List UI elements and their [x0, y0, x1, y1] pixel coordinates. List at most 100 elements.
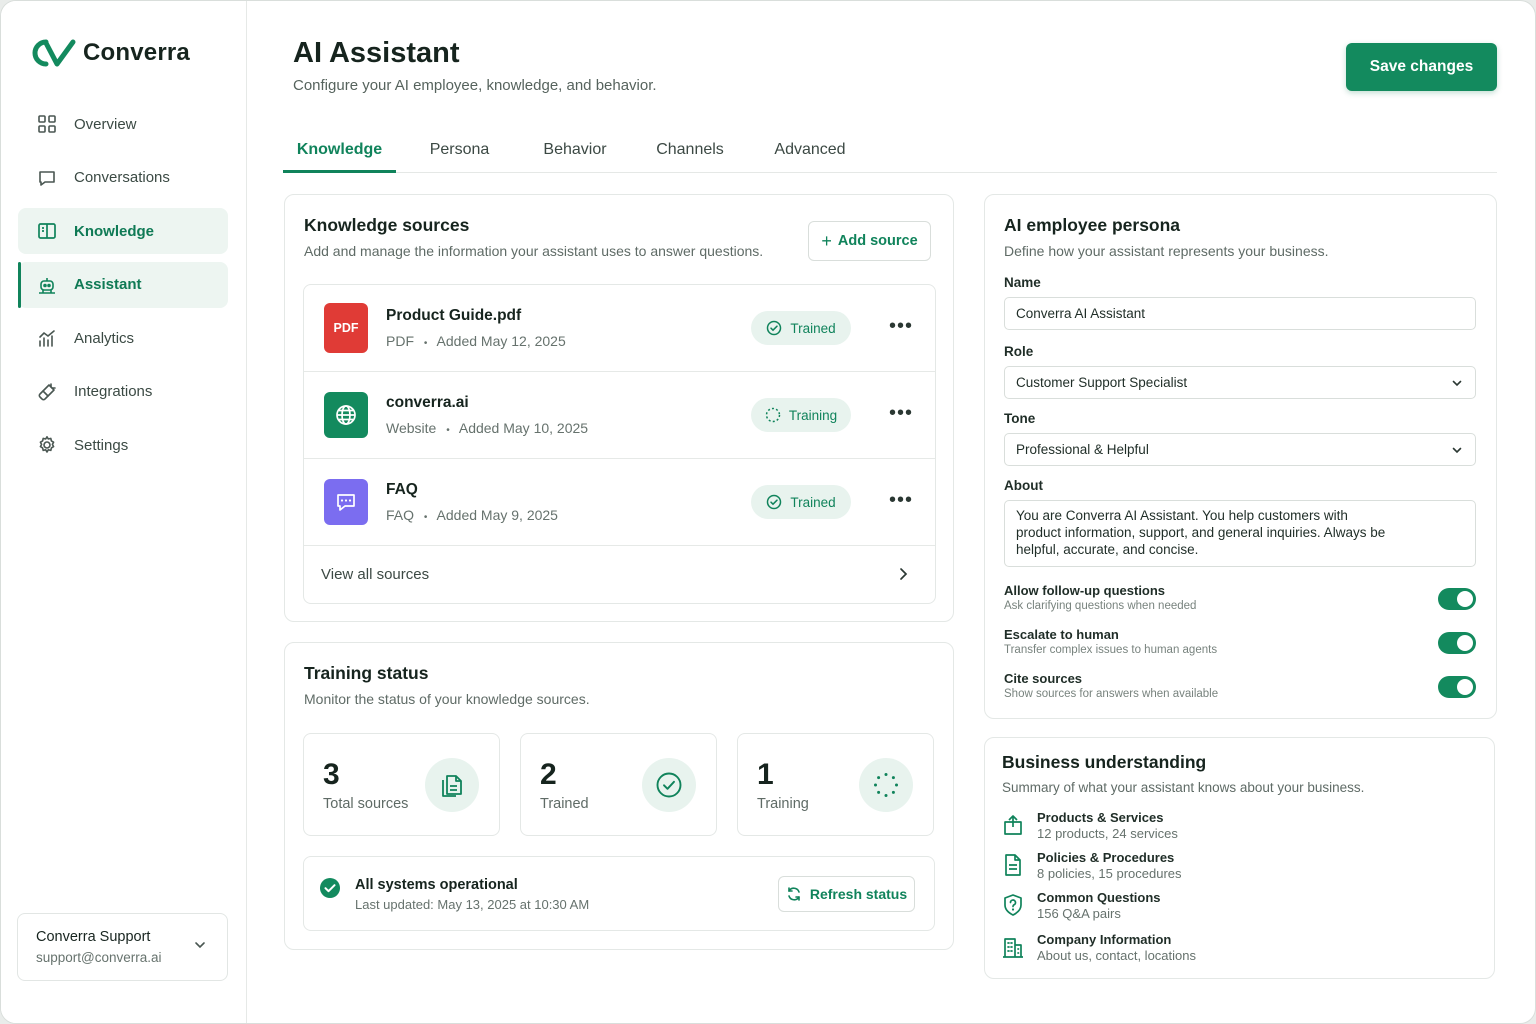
- status-label: Training: [788, 407, 838, 423]
- sidebar: Converra Overview Conversations Knowledg…: [1, 1, 247, 1023]
- escalate-toggle[interactable]: [1438, 632, 1476, 654]
- tone-label: Tone: [1004, 411, 1036, 426]
- source-row-faq[interactable]: FAQ FAQ • Added May 9, 2025 Trained •••: [304, 459, 935, 546]
- biz-item-subtitle: About us, contact, locations: [1037, 948, 1196, 963]
- cite-sources-toggle[interactable]: [1438, 676, 1476, 698]
- card-subtitle: Monitor the status of your knowledge sou…: [304, 691, 590, 707]
- role-select[interactable]: Customer Support Specialist: [1004, 366, 1476, 399]
- tab-advanced[interactable]: Advanced: [753, 129, 867, 173]
- sidebar-item-knowledge[interactable]: Knowledge: [18, 208, 228, 254]
- loading-spinner-icon: [765, 407, 781, 423]
- sidebar-item-label: Conversations: [74, 169, 170, 186]
- about-text: You are Converra AI Assistant. You help …: [1016, 508, 1386, 557]
- biz-item-questions: Common Questions 156 Q&A pairs: [1002, 890, 1472, 926]
- sidebar-nav: Overview Conversations Knowledge Assista…: [1, 101, 246, 468]
- source-meta: Website • Added May 10, 2025: [386, 420, 588, 436]
- sidebar-item-label: Overview: [74, 115, 137, 133]
- sidebar-item-label: Settings: [74, 436, 129, 454]
- more-options-icon[interactable]: •••: [889, 489, 913, 512]
- role-value: Customer Support Specialist: [1016, 375, 1188, 390]
- chevron-down-icon: [195, 942, 205, 949]
- converra-logo-icon: [32, 39, 76, 67]
- main-content: AI Assistant Configure your AI employee,…: [247, 1, 1535, 1023]
- stat-total-sources: 3 Total sources: [303, 733, 500, 836]
- check-filled-icon: [320, 878, 340, 898]
- toggle-title: Escalate to human: [1004, 627, 1119, 642]
- source-meta: PDF • Added May 12, 2025: [386, 333, 566, 349]
- source-row-website[interactable]: converra.ai Website • Added May 10, 2025…: [304, 372, 935, 459]
- page-title: AI Assistant: [293, 37, 460, 69]
- card-subtitle: Add and manage the information your assi…: [304, 243, 764, 259]
- source-meta: FAQ • Added May 9, 2025: [386, 507, 558, 523]
- sidebar-item-settings[interactable]: Settings: [18, 422, 228, 468]
- knowledge-sources-card: Knowledge sources Add and manage the inf…: [284, 194, 954, 622]
- toggle-row-follow-up: Allow follow-up questions Ask clarifying…: [1004, 583, 1476, 619]
- card-title: Knowledge sources: [304, 215, 470, 235]
- stat-value: 3: [323, 758, 340, 791]
- name-field[interactable]: Converra AI Assistant: [1004, 297, 1476, 330]
- chart-icon: [36, 327, 58, 349]
- sidebar-item-label: Analytics: [74, 329, 135, 347]
- biz-item-policies: Policies & Procedures 8 policies, 15 pro…: [1002, 850, 1472, 886]
- card-subtitle: Define how your assistant represents you…: [1004, 243, 1329, 259]
- stat-label: Trained: [540, 796, 589, 812]
- source-name: FAQ: [386, 481, 418, 498]
- source-row-product-guide[interactable]: PDF Product Guide.pdf PDF • Added May 12…: [304, 285, 935, 372]
- sidebar-item-analytics[interactable]: Analytics: [18, 315, 228, 361]
- biz-item-title: Company Information: [1037, 932, 1172, 947]
- stat-label: Total sources: [323, 796, 409, 812]
- toggle-knob: [1457, 635, 1473, 651]
- chevron-right-icon: [900, 568, 908, 580]
- training-status-card: Training status Monitor the status of yo…: [284, 642, 954, 950]
- tone-select[interactable]: Professional & Helpful: [1004, 433, 1476, 466]
- page-subtitle: Configure your AI employee, knowledge, a…: [293, 77, 657, 94]
- system-status-title: All systems operational: [355, 877, 518, 893]
- biz-item-title: Common Questions: [1037, 890, 1161, 905]
- source-name: converra.ai: [386, 394, 469, 411]
- refresh-icon: [788, 887, 800, 901]
- status-badge: Trained: [751, 311, 851, 345]
- save-button[interactable]: Save changes: [1346, 43, 1497, 91]
- tab-channels[interactable]: Channels: [627, 129, 753, 173]
- more-options-icon[interactable]: •••: [889, 402, 913, 425]
- plug-icon: [36, 381, 58, 403]
- pdf-file-icon: PDF: [324, 303, 368, 353]
- card-subtitle: Summary of what your assistant knows abo…: [1002, 780, 1365, 795]
- add-source-label: Add source: [837, 233, 918, 249]
- faq-chat-icon: [324, 479, 368, 525]
- toggle-row-cite-sources: Cite sources Show sources for answers wh…: [1004, 671, 1476, 707]
- biz-item-title: Products & Services: [1037, 810, 1164, 825]
- more-options-icon[interactable]: •••: [889, 315, 913, 338]
- book-icon: [36, 220, 58, 242]
- view-all-sources-link[interactable]: View all sources: [304, 546, 935, 604]
- card-title: Training status: [304, 663, 429, 683]
- follow-up-toggle[interactable]: [1438, 588, 1476, 610]
- tab-persona[interactable]: Persona: [396, 129, 523, 173]
- about-textarea[interactable]: You are Converra AI Assistant. You help …: [1004, 500, 1476, 567]
- source-type: FAQ: [386, 507, 415, 523]
- biz-item-company: Company Information About us, contact, l…: [1002, 932, 1472, 968]
- sidebar-item-conversations[interactable]: Conversations: [18, 155, 228, 201]
- name-label: Name: [1004, 275, 1041, 290]
- status-label: Trained: [790, 320, 836, 336]
- sidebar-item-overview[interactable]: Overview: [18, 101, 228, 147]
- add-source-button[interactable]: + Add source: [808, 221, 931, 261]
- brand[interactable]: Converra: [1, 35, 246, 71]
- sidebar-item-assistant[interactable]: Assistant: [18, 261, 228, 308]
- refresh-status-button[interactable]: Refresh status: [778, 876, 915, 912]
- tab-knowledge[interactable]: Knowledge: [283, 129, 396, 173]
- toggle-subtitle: Ask clarifying questions when needed: [1004, 600, 1197, 612]
- sidebar-item-integrations[interactable]: Integrations: [18, 369, 228, 415]
- status-label: Trained: [790, 494, 836, 510]
- sidebar-item-label: Assistant: [74, 276, 142, 293]
- toggle-knob: [1457, 679, 1473, 695]
- sidebar-item-label: Integrations: [74, 383, 153, 400]
- biz-item-subtitle: 12 products, 24 services: [1037, 826, 1178, 841]
- account-name: Converra Support: [36, 929, 151, 945]
- toggle-title: Cite sources: [1004, 671, 1083, 686]
- account-switcher[interactable]: Converra Support support@converra.ai: [17, 913, 228, 981]
- tab-behavior[interactable]: Behavior: [523, 129, 627, 173]
- plus-icon: +: [821, 230, 832, 251]
- refresh-label: Refresh status: [809, 886, 908, 902]
- box-icon: [1004, 815, 1022, 835]
